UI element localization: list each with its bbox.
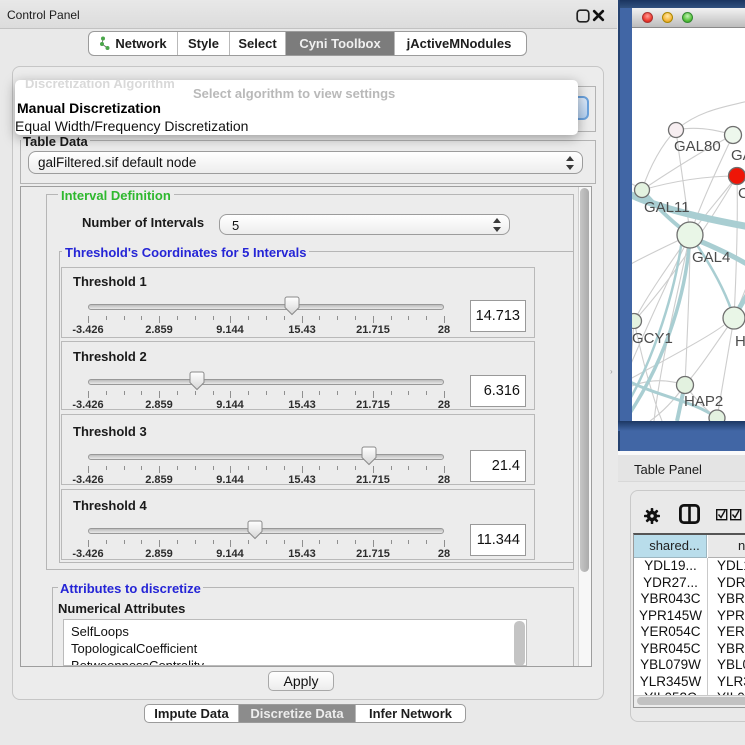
svg-text:GAL11: GAL11 <box>644 199 690 216</box>
svg-text:GAL80: GAL80 <box>674 138 721 155</box>
svg-text:GA: GA <box>731 147 745 164</box>
svg-text:HAP2: HAP2 <box>684 393 723 410</box>
svg-text:C: C <box>738 185 745 202</box>
svg-text:HI: HI <box>735 333 745 350</box>
svg-text:GCY1: GCY1 <box>632 330 673 347</box>
svg-text:GAL4: GAL4 <box>692 249 730 266</box>
